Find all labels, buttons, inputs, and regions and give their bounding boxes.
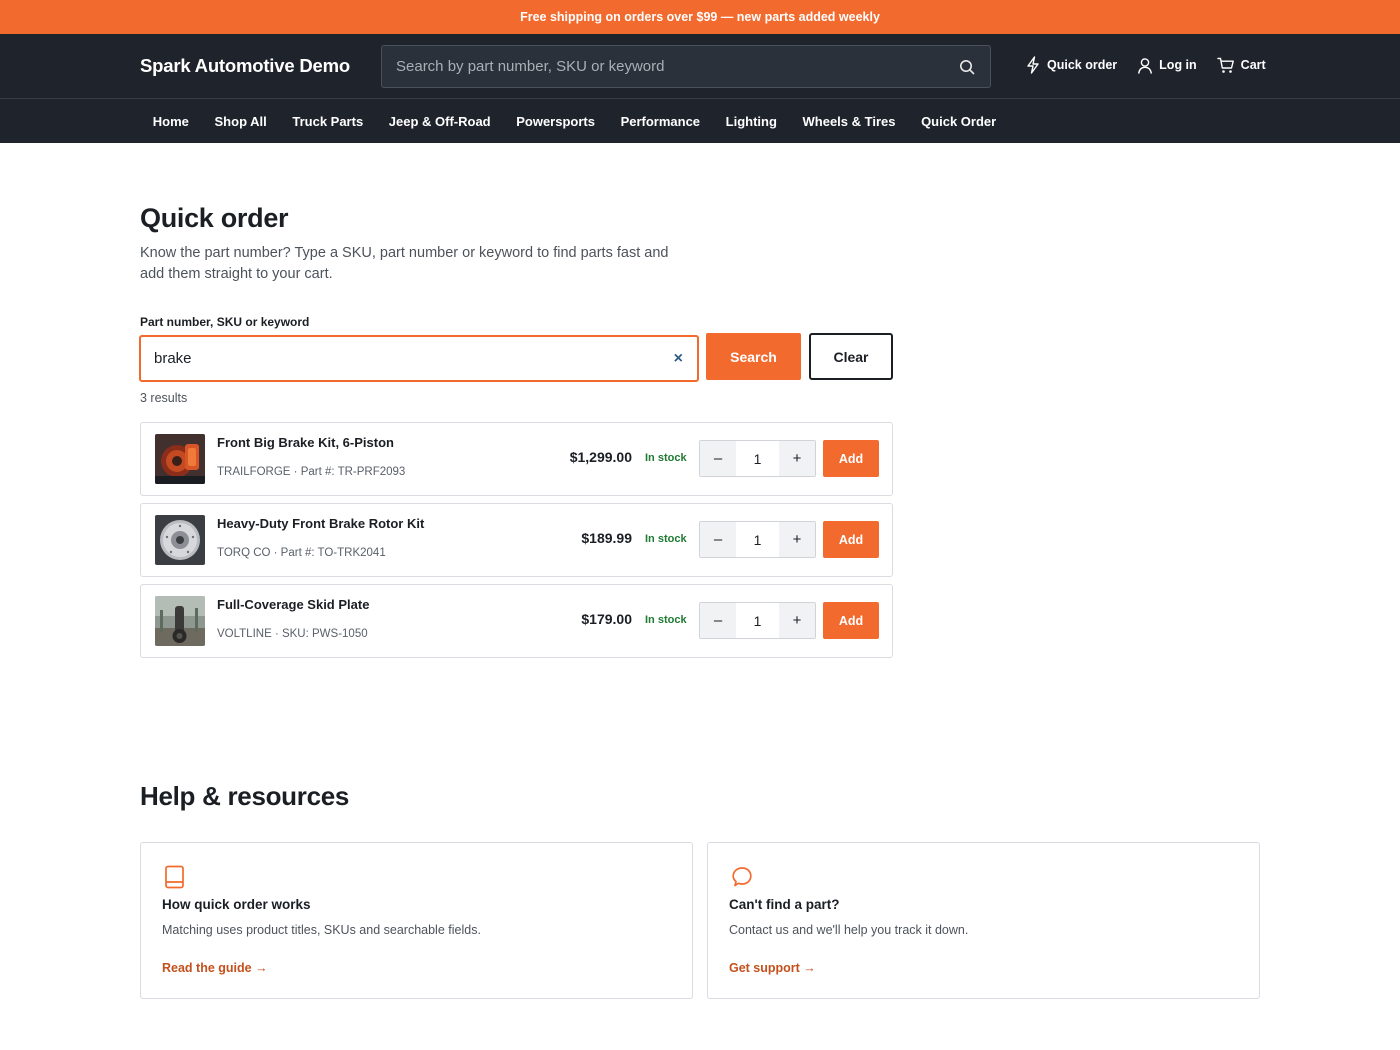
qty-value[interactable]: 1	[736, 522, 779, 557]
quantity-stepper: – 1 +	[699, 440, 816, 477]
login-link[interactable]: Log in	[1137, 57, 1197, 74]
product-meta: TORQ CO · Part #: TO-TRK2041	[217, 547, 386, 559]
result-row: Heavy-Duty Front Brake Rotor Kit TORQ CO…	[140, 503, 893, 577]
clear-button[interactable]: Clear	[809, 333, 893, 380]
chat-bubble-icon	[729, 864, 755, 890]
get-support-link[interactable]: Get support →	[729, 961, 816, 975]
page-title: Quick order	[140, 203, 289, 233]
nav-item-shop-all[interactable]: Shop All	[202, 114, 280, 129]
stock-status: In stock	[645, 452, 687, 464]
qty-decrease-button[interactable]: –	[700, 522, 736, 557]
product-name[interactable]: Front Big Brake Kit, 6-Piston	[217, 435, 394, 450]
read-guide-link[interactable]: Read the guide →	[162, 961, 268, 975]
login-label: Log in	[1159, 58, 1197, 72]
qty-value[interactable]: 1	[736, 441, 779, 476]
product-price: $1,299.00	[569, 449, 632, 465]
nav-item-performance[interactable]: Performance	[608, 114, 713, 129]
page-description: Know the part number? Type a SKU, part n…	[140, 245, 669, 282]
book-icon	[162, 864, 188, 890]
add-to-cart-button[interactable]: Add	[823, 521, 879, 558]
search-field-label: Part number, SKU or keyword	[140, 315, 310, 329]
nav-item-jeep-off-road[interactable]: Jeep & Off-Road	[376, 114, 503, 129]
header-search-input[interactable]	[396, 58, 958, 75]
product-image-brake-kit[interactable]	[155, 434, 205, 484]
qty-decrease-button[interactable]: –	[700, 603, 736, 638]
stock-status: In stock	[645, 533, 687, 545]
qty-value[interactable]: 1	[736, 603, 779, 638]
quantity-stepper: – 1 +	[699, 521, 816, 558]
search-button[interactable]: Search	[706, 333, 801, 380]
quantity-stepper: – 1 +	[699, 602, 816, 639]
main-nav: Home Shop All Truck Parts Jeep & Off-Roa…	[0, 99, 1400, 143]
nav-item-powersports[interactable]: Powersports	[503, 114, 607, 129]
lightning-icon	[1025, 56, 1041, 74]
cart-link[interactable]: Cart	[1216, 57, 1266, 74]
results-count: 3 results	[140, 391, 188, 405]
product-image-skid-plate[interactable]	[155, 596, 205, 646]
product-meta: TRAILFORGE · Part #: TR-PRF2093	[217, 466, 406, 478]
result-row: Full-Coverage Skid Plate VOLTLINE · SKU:…	[140, 584, 893, 658]
cart-label: Cart	[1240, 58, 1266, 72]
product-price: $179.00	[581, 611, 632, 627]
product-name[interactable]: Full-Coverage Skid Plate	[217, 597, 369, 612]
result-row: Front Big Brake Kit, 6-Piston TRAILFORGE…	[140, 422, 893, 496]
quick-order-search-field: ×	[139, 335, 699, 382]
site-logo[interactable]: Spark Automotive Demo	[140, 55, 350, 77]
help-card-title: How quick order works	[162, 897, 311, 912]
product-meta: VOLTLINE · SKU: PWS-1050	[217, 628, 368, 640]
help-card-title: Can't find a part?	[729, 897, 840, 912]
qty-increase-button[interactable]: +	[779, 603, 815, 638]
nav-item-home[interactable]: Home	[140, 114, 202, 129]
add-to-cart-button[interactable]: Add	[823, 440, 879, 477]
clear-input-icon[interactable]: ×	[674, 350, 683, 368]
help-card-quick-order-guide: How quick order works Matching uses prod…	[140, 842, 693, 999]
user-icon	[1137, 57, 1153, 74]
header-actions: Quick order Log in Cart	[1025, 56, 1266, 74]
product-price: $189.99	[581, 530, 632, 546]
qty-increase-button[interactable]: +	[779, 441, 815, 476]
nav-item-wheels-tires[interactable]: Wheels & Tires	[790, 114, 909, 129]
nav-item-truck-parts[interactable]: Truck Parts	[280, 114, 376, 129]
add-to-cart-button[interactable]: Add	[823, 602, 879, 639]
search-icon[interactable]	[958, 58, 976, 76]
header-search	[381, 45, 991, 88]
qty-decrease-button[interactable]: –	[700, 441, 736, 476]
qty-increase-button[interactable]: +	[779, 522, 815, 557]
promo-banner: Free shipping on orders over $99 — new p…	[0, 0, 1400, 34]
stock-status: In stock	[645, 614, 687, 626]
nav-item-lighting[interactable]: Lighting	[713, 114, 790, 129]
help-section-title: Help & resources	[140, 781, 350, 811]
help-card-text: Matching uses product titles, SKUs and s…	[162, 923, 481, 937]
quick-order-search-input[interactable]	[154, 350, 674, 367]
product-image-rotor-kit[interactable]	[155, 515, 205, 565]
site-header: Spark Automotive Demo Quick order Log in…	[0, 34, 1400, 99]
product-name[interactable]: Heavy-Duty Front Brake Rotor Kit	[217, 516, 424, 531]
promo-text: Free shipping on orders over $99 — new p…	[520, 10, 880, 24]
help-card-text: Contact us and we'll help you track it d…	[729, 923, 969, 937]
help-card-support: Can't find a part? Contact us and we'll …	[707, 842, 1260, 999]
quick-order-link[interactable]: Quick order	[1025, 56, 1117, 74]
quick-order-label: Quick order	[1047, 58, 1118, 72]
nav-item-quick-order[interactable]: Quick Order	[908, 114, 1009, 129]
cart-icon	[1216, 57, 1235, 74]
